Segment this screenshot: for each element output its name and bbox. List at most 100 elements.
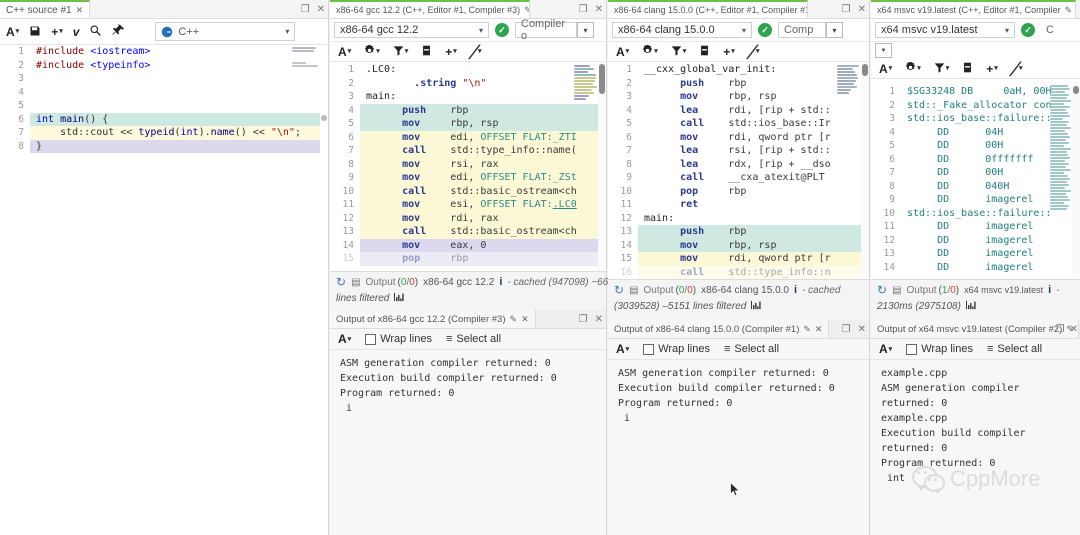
clang-vertical-scrollbar[interactable]	[861, 63, 869, 279]
settings-button[interactable]: ▾	[364, 45, 380, 58]
gcc-compiler-select[interactable]: x86-64 gcc 12.2 ▾	[334, 22, 489, 38]
chart-icon[interactable]	[965, 300, 977, 313]
overrides-button[interactable]: ╱ ▾	[470, 46, 482, 58]
tab-msvc-compiler[interactable]: x64 msvc v19.latest (C++, Editor #1, Com…	[871, 0, 1076, 18]
font-size-button[interactable]: A ▾	[616, 46, 629, 58]
font-size-button[interactable]: A ▾	[879, 343, 892, 355]
clang-output-toolbar: A ▾ Wrap lines ≡ Select all	[608, 339, 869, 360]
add-tool-button[interactable]: + ▾	[986, 63, 998, 75]
close-icon[interactable]: ✕	[858, 324, 866, 335]
info-icon[interactable]: i	[499, 276, 502, 288]
clang-options-dropdown-button[interactable]: ▾	[826, 22, 843, 38]
chart-icon[interactable]	[751, 300, 762, 313]
gcc-asm-area[interactable]: 1 .LC0: 2 .string "\n" 3 main: 4 push rbp …	[330, 63, 606, 271]
font-size-button[interactable]: A ▾	[616, 343, 629, 355]
scroll-thumb[interactable]	[862, 64, 868, 76]
tab-gcc-output[interactable]: Output of x86-64 gcc 12.2 (Compiler #3) …	[330, 310, 536, 328]
msvc-compiler-select[interactable]: x64 msvc v19.latest ▾	[875, 22, 1015, 38]
font-size-button[interactable]: A ▾	[338, 333, 351, 345]
msvc-overflow-button[interactable]: ▼	[875, 43, 892, 58]
filters-button[interactable]: ▾	[934, 62, 949, 75]
scroll-thumb[interactable]	[599, 64, 605, 94]
search-icon[interactable]	[89, 24, 102, 39]
vim-mode-button[interactable]: v	[73, 26, 80, 38]
settings-button[interactable]: ▾	[905, 62, 921, 75]
tab-gcc-compiler[interactable]: x86-64 gcc 12.2 (C++, Editor #1, Compile…	[330, 0, 530, 18]
gcc-vertical-scrollbar[interactable]	[598, 63, 606, 271]
refresh-icon[interactable]: ↻	[877, 283, 887, 297]
maximize-icon[interactable]: ❐	[579, 4, 588, 15]
line-text: push rbp	[360, 103, 606, 117]
line-text	[30, 86, 328, 100]
libraries-button[interactable]	[962, 62, 973, 75]
libraries-button[interactable]	[699, 45, 710, 58]
select-all-button[interactable]: ≡ Select all	[987, 343, 1042, 355]
save-icon[interactable]	[29, 25, 41, 39]
tab-cpp-source[interactable]: C++ source #1 ✕	[0, 0, 91, 18]
editor-minimap[interactable]	[290, 47, 322, 97]
close-icon[interactable]: ✕	[595, 314, 603, 325]
clang-minimap[interactable]	[835, 65, 861, 135]
maximize-icon[interactable]: ❐	[842, 4, 851, 15]
msvc-compiler-options-input[interactable]: C	[1041, 22, 1061, 38]
settings-button[interactable]: ▾	[642, 45, 658, 58]
wrap-lines-checkbox[interactable]: Wrap lines	[643, 343, 710, 355]
libraries-button[interactable]	[421, 45, 432, 58]
add-tool-button[interactable]: + ▾	[445, 46, 457, 58]
edit-icon[interactable]: ✎	[1065, 5, 1073, 16]
gcc-options-dropdown-button[interactable]: ▾	[577, 22, 594, 38]
select-all-button[interactable]: ≡ Select all	[724, 343, 779, 355]
filters-button[interactable]: ▾	[393, 45, 408, 58]
overrides-button[interactable]: ╱ ▾	[748, 46, 760, 58]
refresh-icon[interactable]: ↻	[614, 283, 624, 297]
maximize-icon[interactable]: ❐	[842, 324, 851, 335]
edit-icon[interactable]: ✎	[510, 314, 518, 325]
scroll-thumb[interactable]	[1073, 86, 1079, 94]
font-size-button[interactable]: A ▾	[338, 46, 351, 58]
close-icon[interactable]: ✕	[521, 314, 529, 325]
close-icon[interactable]: ✕	[1070, 324, 1078, 335]
gcc-compiler-options-input[interactable]: Compiler o	[515, 18, 577, 42]
tab-clang-compiler[interactable]: x86-64 clang 15.0.0 (C++, Editor #1, Com…	[608, 0, 808, 18]
edit-icon[interactable]: ✎	[524, 5, 529, 16]
overrides-button[interactable]: ╱ ▾	[1011, 63, 1023, 75]
gcc-minimap[interactable]	[572, 65, 598, 145]
close-icon[interactable]: ✕	[858, 4, 866, 15]
refresh-icon[interactable]: ↻	[336, 275, 346, 289]
close-icon[interactable]: ✕	[317, 4, 325, 15]
output-line: Execution build compiler returned: 0	[881, 428, 1026, 454]
font-size-button[interactable]: A ▾	[6, 26, 19, 38]
tab-clang-output[interactable]: Output of x86-64 clang 15.0.0 (Compiler …	[608, 320, 830, 338]
language-select[interactable]: C++ ▾	[155, 22, 296, 41]
chart-icon[interactable]	[394, 292, 405, 305]
tab-msvc-output[interactable]: Output of x64 msvc v19.latest (Compiler …	[871, 320, 1079, 338]
msvc-vertical-scrollbar[interactable]	[1072, 85, 1080, 279]
msvc-minimap[interactable]	[1048, 85, 1072, 275]
pin-icon[interactable]	[112, 24, 125, 39]
editor-code-area[interactable]: 1 #include <iostream> 2 #include <typeinfo…	[0, 45, 328, 535]
maximize-icon[interactable]: ❐	[301, 4, 310, 15]
msvc-toolbar: A ▾ ▾ ▾ + ▾ ╱ ▾	[871, 59, 1080, 79]
clang-asm-area[interactable]: 1 __cxx_global_var_init: 2 push rbp 3 mov…	[608, 63, 869, 279]
close-icon[interactable]: ✕	[595, 4, 603, 15]
msvc-asm-area[interactable]: 1 $SG33248 DB 0aH, 00H 2 std::_Fake_alloca…	[871, 85, 1080, 279]
scroll-thumb[interactable]	[321, 115, 327, 121]
wrap-lines-checkbox[interactable]: Wrap lines	[906, 343, 973, 355]
filters-button[interactable]: ▾	[671, 45, 686, 58]
close-icon[interactable]: ✕	[1078, 324, 1079, 335]
maximize-icon[interactable]: ❐	[1056, 324, 1065, 335]
font-size-button[interactable]: A ▾	[879, 63, 892, 75]
info-icon[interactable]: i	[1048, 284, 1051, 296]
clang-compiler-select[interactable]: x86-64 clang 15.0.0 ▾	[612, 22, 752, 38]
maximize-icon[interactable]: ❐	[579, 314, 588, 325]
add-tool-button[interactable]: + ▾	[723, 46, 735, 58]
info-icon[interactable]: i	[794, 284, 797, 296]
close-icon[interactable]: ✕	[76, 5, 84, 16]
edit-icon[interactable]: ✎	[803, 324, 811, 335]
add-new-button[interactable]: + ▾	[51, 26, 63, 38]
close-icon[interactable]: ✕	[815, 324, 823, 335]
clang-compiler-options-input[interactable]: Comp	[778, 22, 826, 38]
editor-vertical-scrollbar[interactable]	[320, 45, 328, 535]
select-all-button[interactable]: ≡ Select all	[446, 333, 501, 345]
wrap-lines-checkbox[interactable]: Wrap lines	[365, 333, 432, 345]
